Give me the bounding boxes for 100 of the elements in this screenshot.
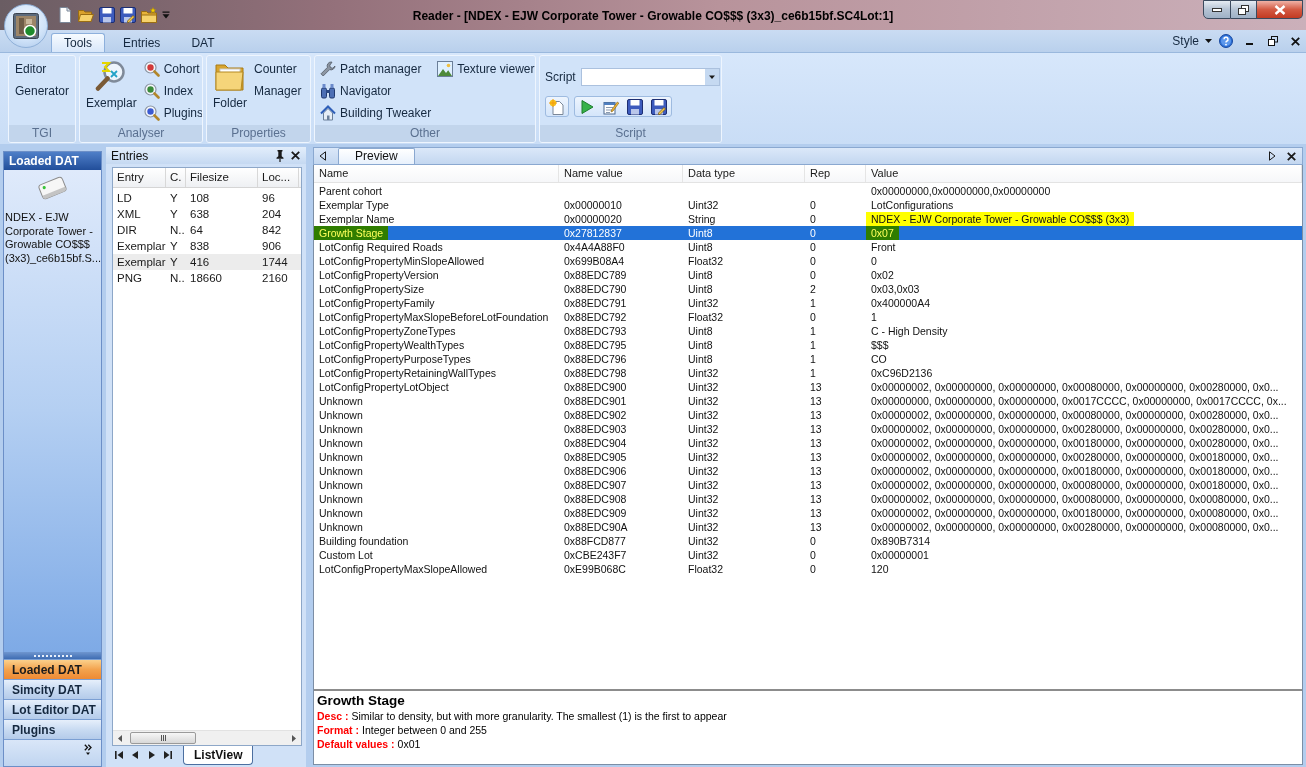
column-header[interactable]: C. [166, 168, 186, 187]
table-row[interactable]: Custom Lot 0xCBE243F7 Uint32 0 0x00000001 [314, 548, 1302, 562]
scroll-right-icon[interactable] [292, 734, 296, 742]
pin-icon[interactable] [275, 149, 285, 162]
ribbon-button[interactable]: Generator [14, 80, 71, 102]
list-row[interactable]: Exemplar Y 416 1744 [113, 254, 301, 270]
ribbon-tab[interactable]: Tools [51, 33, 105, 52]
table-row[interactable]: LotConfigPropertyVersion 0x88EDC789 Uint8 0 0x02 [314, 268, 1302, 282]
column-header[interactable]: Loc... [258, 168, 299, 187]
nav-button[interactable]: Lot Editor DAT [4, 699, 101, 719]
first-page-icon[interactable] [115, 751, 123, 759]
ribbon-button[interactable]: Editor [14, 58, 71, 80]
table-row[interactable]: Unknown 0x88EDC905 Uint32 13 0x00000002, 0x00000000, 0x00000000, 0x00280000, 0x00000000, 0x00180000, 0x0... [314, 450, 1302, 464]
close-button[interactable] [1257, 0, 1303, 19]
ribbon-button[interactable]: Exemplar [85, 58, 138, 110]
list-row[interactable]: XML Y 638 204 [113, 206, 301, 222]
minimize-button[interactable] [1203, 0, 1231, 19]
ribbon-tab[interactable]: DAT [178, 33, 228, 52]
column-header[interactable]: Filesize [186, 168, 258, 187]
table-row[interactable]: LotConfigPropertyMaxSlopeAllowed 0xE99B068C Float32 0 120 [314, 562, 1302, 576]
save-as-icon[interactable] [120, 7, 136, 23]
ribbon-button[interactable]: Index [143, 80, 202, 102]
list-row[interactable]: PNG N.. 18660 2160 [113, 270, 301, 286]
splitter-handle[interactable] [4, 652, 101, 659]
scrollbar-thumb[interactable] [130, 732, 196, 744]
table-row[interactable]: Building foundation 0x88FCD877 Uint32 0 0x890B7314 [314, 534, 1302, 548]
table-row[interactable]: LotConfigPropertyMaxSlopeBeforeLotFoundation 0x88EDC792 Float32 0 1 [314, 310, 1302, 324]
table-row[interactable]: LotConfigPropertySize 0x88EDC790 Uint8 2 0x03,0x03 [314, 282, 1302, 296]
document-tab[interactable]: Preview [338, 148, 415, 164]
ribbon-button[interactable]: Cohort [143, 58, 202, 80]
column-header[interactable]: Rep [805, 165, 866, 182]
ribbon-button[interactable]: Navigator [320, 80, 432, 102]
previous-page-icon[interactable] [132, 751, 138, 759]
help-icon[interactable] [1219, 34, 1233, 48]
style-menu[interactable]: Style [1172, 32, 1212, 50]
ribbon-button[interactable]: Folder [212, 58, 248, 110]
list-row[interactable]: Exemplar Y 838 906 [113, 238, 301, 254]
table-cell-text: LotConfigurations [870, 198, 955, 212]
ribbon-tab[interactable]: Entries [110, 33, 174, 52]
table-row[interactable]: LotConfigPropertyPurposeTypes 0x88EDC796 Uint8 1 CO [314, 352, 1302, 366]
table-cell-text: Uint32 [687, 436, 720, 450]
column-header[interactable]: Name value [559, 165, 683, 182]
scroll-left-icon[interactable] [319, 151, 326, 161]
horizontal-scrollbar[interactable] [113, 730, 301, 745]
next-page-icon[interactable] [149, 751, 155, 759]
close-icon[interactable] [291, 151, 300, 160]
list-row[interactable]: LD Y 108 96 [113, 190, 301, 206]
column-header[interactable]: Data type [683, 165, 805, 182]
table-row[interactable]: LotConfigPropertyFamily 0x88EDC791 Uint32 1 0x400000A4 [314, 296, 1302, 310]
table-row[interactable]: LotConfigPropertyMinSlopeAllowed 0x699B08A4 Float32 0 0 [314, 254, 1302, 268]
table-row[interactable]: Unknown 0x88EDC909 Uint32 13 0x00000002, 0x00000000, 0x00000000, 0x00180000, 0x00000000, 0x00080000, 0x0... [314, 506, 1302, 520]
table-row[interactable]: Growth Stage 0x27812837 Uint8 0 0x07 [314, 226, 1302, 240]
table-row[interactable]: LotConfigPropertyLotObject 0x88EDC900 Uint32 13 0x00000002, 0x00000000, 0x00000000, 0x00080000, 0x00000000, 0x00280000, 0x0... [314, 380, 1302, 394]
table-row[interactable]: Unknown 0x88EDC908 Uint32 13 0x00000002, 0x00000000, 0x00000000, 0x00080000, 0x00000000, 0x00080000, 0x0... [314, 492, 1302, 506]
restore-icon[interactable] [1268, 36, 1278, 46]
table-row[interactable]: Unknown 0x88EDC90A Uint32 13 0x00000002, 0x00000000, 0x00000000, 0x00280000, 0x00000000, 0x00080000, 0x0... [314, 520, 1302, 534]
file-item[interactable]: NDEX - EJW Corporate Tower - Growable CO$$$ (3x3)_ce6b15bf.S... [4, 174, 101, 265]
chevron-icon[interactable] [84, 744, 92, 755]
column-header[interactable]: Value [866, 165, 1302, 182]
list-cell-text: Y [169, 207, 179, 222]
table-row[interactable]: Unknown 0x88EDC904 Uint32 13 0x00000002, 0x00000000, 0x00000000, 0x00180000, 0x00000000, 0x00280000, 0x0... [314, 436, 1302, 450]
scroll-left-icon[interactable] [118, 734, 122, 742]
table-row[interactable]: Unknown 0x88EDC906 Uint32 13 0x00000002, 0x00000000, 0x00000000, 0x00180000, 0x00000000, 0x00180000, 0x0... [314, 464, 1302, 478]
nav-button[interactable]: Plugins [4, 719, 101, 739]
ribbon-button[interactable]: Texture viewer [437, 58, 535, 80]
close-icon[interactable] [1291, 36, 1300, 46]
table-row[interactable]: Unknown 0x88EDC907 Uint32 13 0x00000002, 0x00000000, 0x00000000, 0x00080000, 0x00000000, 0x00180000, 0x0... [314, 478, 1302, 492]
table-row[interactable]: Exemplar Name 0x00000020 String 0 NDEX - EJW Corporate Tower - Growable CO$$$ (3x3) [314, 212, 1302, 226]
table-row[interactable]: Unknown 0x88EDC902 Uint32 13 0x00000002, 0x00000000, 0x00000000, 0x00080000, 0x00000000, 0x00280000, 0x0... [314, 408, 1302, 422]
ribbon-button[interactable]: Patch manager [320, 58, 432, 80]
ribbon-button[interactable]: Counter Manager [254, 58, 302, 102]
ribbon-button[interactable]: Plugins [143, 102, 202, 124]
table-row[interactable]: Exemplar Type 0x00000010 Uint32 0 LotConfigurations [314, 198, 1302, 212]
last-page-icon[interactable] [164, 751, 172, 759]
table-row[interactable]: LotConfigPropertyWealthTypes 0x88EDC795 Uint8 1 $$$ [314, 338, 1302, 352]
folder-icon[interactable] [141, 7, 157, 23]
table-row[interactable]: LotConfigPropertyZoneTypes 0x88EDC793 Uint8 1 C - High Density [314, 324, 1302, 338]
scroll-right-icon[interactable] [1269, 151, 1276, 161]
table-row[interactable]: LotConfigPropertyRetainingWallTypes 0x88EDC798 Uint32 1 0xC96D2136 [314, 366, 1302, 380]
nav-button[interactable]: Simcity DAT [4, 679, 101, 699]
table-row[interactable]: Unknown 0x88EDC901 Uint32 13 0x00000000, 0x00000000, 0x00000000, 0x0017CCCC, 0x00000000, 0x0017CCCC, 0x... [314, 394, 1302, 408]
caret-icon[interactable] [704, 69, 719, 85]
open-folder-icon[interactable] [78, 7, 94, 23]
save-icon[interactable] [627, 98, 643, 115]
ribbon-button[interactable]: Building Tweaker [320, 102, 432, 124]
column-header[interactable]: Name [314, 165, 559, 182]
edit-icon[interactable] [603, 98, 619, 115]
nav-button[interactable]: Loaded DAT [4, 659, 101, 679]
close-icon[interactable] [1287, 151, 1296, 161]
restore-button[interactable] [1231, 0, 1257, 19]
play-icon[interactable] [579, 98, 595, 115]
list-row[interactable]: DIR N.. 64 842 [113, 222, 301, 238]
view-tab[interactable]: ListView [183, 746, 254, 765]
column-header[interactable]: Entry [113, 168, 166, 187]
new-file-icon[interactable] [57, 7, 73, 23]
save-as-icon[interactable] [651, 98, 667, 115]
table-row[interactable]: Parent cohort 0x00000000,0x00000000,0x00000000 [314, 184, 1302, 198]
table-row[interactable]: LotConfig Required Roads 0x4A4A88F0 Uint8 0 Front [314, 240, 1302, 254]
save-icon[interactable] [99, 7, 115, 23]
table-row[interactable]: Unknown 0x88EDC903 Uint32 13 0x00000002, 0x00000000, 0x00000000, 0x00280000, 0x00000000, 0x00280000, 0x0... [314, 422, 1302, 436]
